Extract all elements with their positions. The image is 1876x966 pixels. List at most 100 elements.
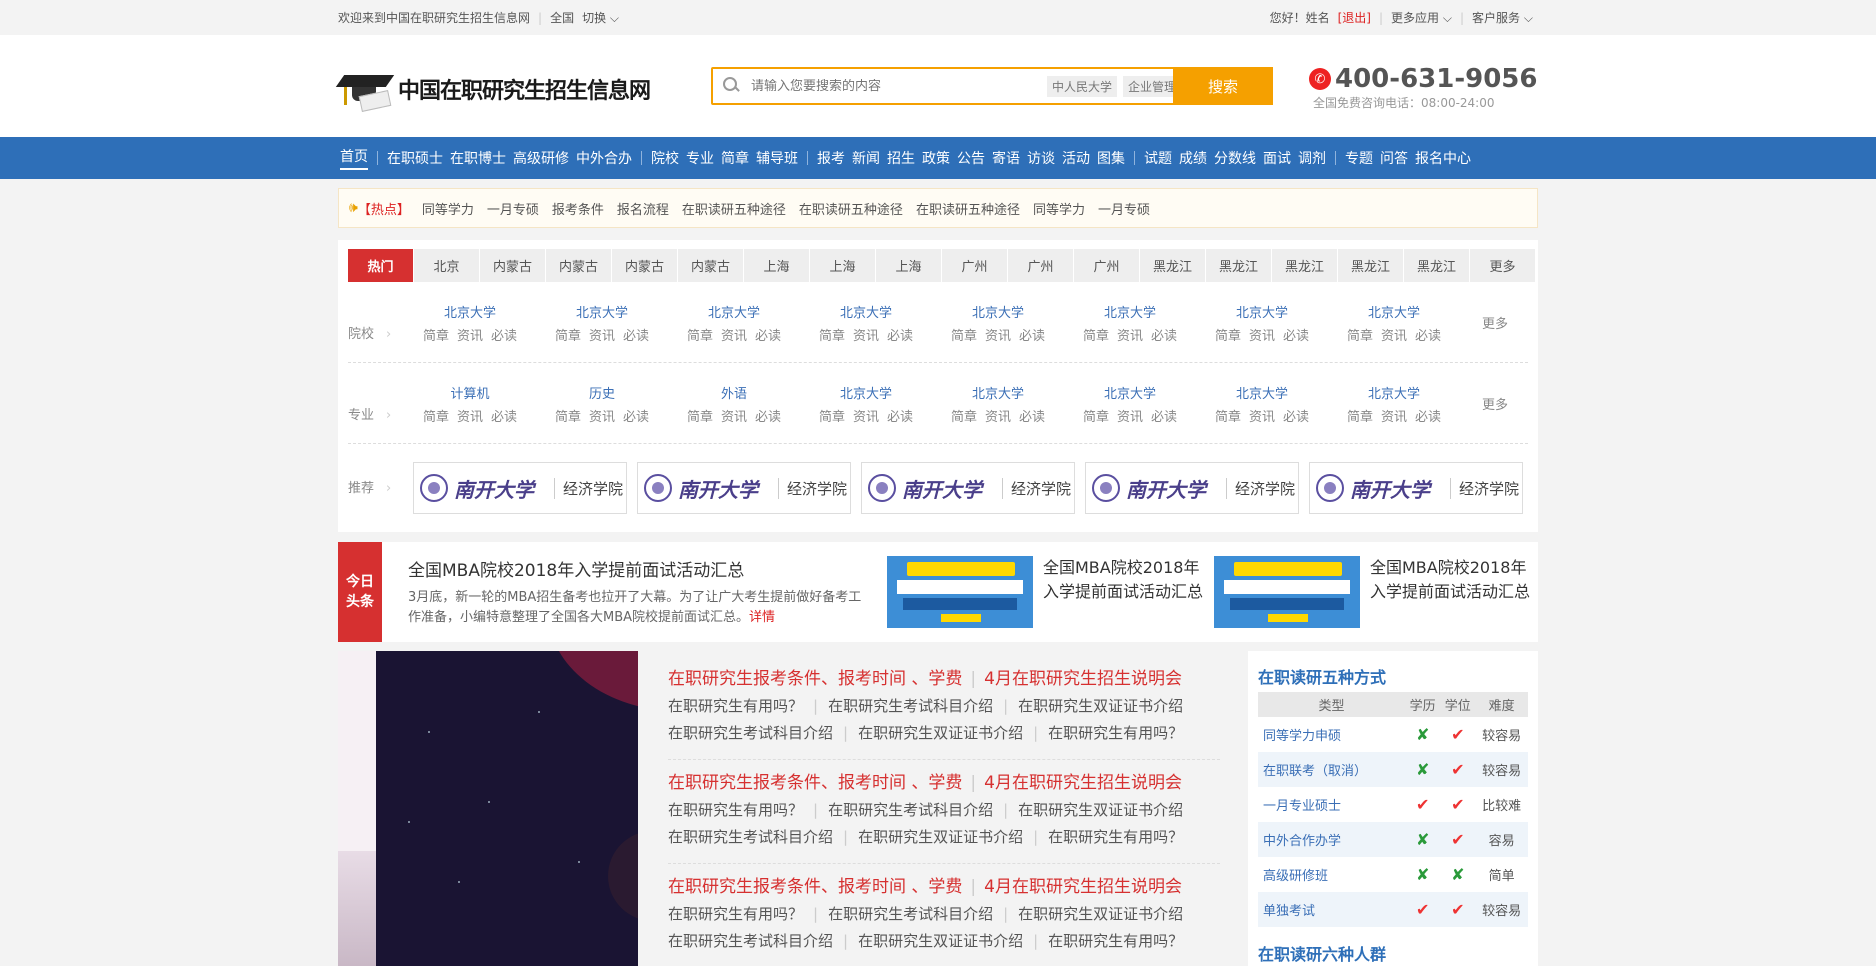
school-sub-link[interactable]: 简章: [1083, 329, 1109, 344]
school-sub-link[interactable]: 简章: [1215, 410, 1241, 425]
study-way-link[interactable]: 高级研修班: [1258, 857, 1405, 892]
school-sub-link[interactable]: 资讯: [1381, 410, 1407, 425]
tab-hot[interactable]: 热门: [348, 249, 413, 282]
school-name-link[interactable]: 北京大学: [404, 302, 536, 321]
article-link[interactable]: 在职研究生考试科目介绍: [668, 932, 833, 950]
school-name-link[interactable]: 历史: [536, 383, 668, 402]
school-sub-link[interactable]: 简章: [555, 329, 581, 344]
search-button[interactable]: 搜索: [1173, 67, 1273, 105]
more-apps-menu[interactable]: 更多应用 ⌵: [1391, 9, 1452, 26]
region-tab[interactable]: 上海: [744, 249, 809, 282]
nav-item[interactable]: 访谈: [1027, 148, 1055, 168]
detail-link[interactable]: 详情: [749, 610, 775, 625]
school-sub-link[interactable]: 简章: [951, 410, 977, 425]
region-tab[interactable]: 上海: [876, 249, 941, 282]
school-name-link[interactable]: 北京大学: [932, 302, 1064, 321]
school-name-link[interactable]: 北京大学: [1328, 302, 1460, 321]
nav-item[interactable]: 辅导班: [756, 148, 798, 168]
more-link[interactable]: 更多: [1482, 313, 1508, 332]
article-link[interactable]: 在职研究生双证证书介绍: [858, 724, 1023, 742]
school-sub-link[interactable]: 必读: [887, 410, 913, 425]
nav-item[interactable]: 试题: [1144, 148, 1172, 168]
nav-item[interactable]: 政策: [922, 148, 950, 168]
school-sub-link[interactable]: 资讯: [589, 410, 615, 425]
school-sub-link[interactable]: 必读: [1415, 329, 1441, 344]
customer-service-menu[interactable]: 客户服务 ⌵: [1472, 9, 1533, 26]
search-input[interactable]: [751, 78, 1041, 94]
news-thumbnail[interactable]: [1214, 556, 1360, 628]
school-sub-link[interactable]: 简章: [1347, 410, 1373, 425]
article-link[interactable]: 在职研究生考试科目介绍: [668, 724, 833, 742]
article-link[interactable]: 在职研究生有用吗？: [668, 697, 803, 715]
nav-item[interactable]: 公告: [957, 148, 985, 168]
headline-link[interactable]: 4月在职研究生招生说明会: [984, 877, 1182, 897]
region-tab[interactable]: 上海: [810, 249, 875, 282]
school-name-link[interactable]: 北京大学: [536, 302, 668, 321]
nav-item[interactable]: 在职硕士: [387, 148, 443, 168]
nav-item[interactable]: 寄语: [992, 148, 1020, 168]
hot-topic-link[interactable]: 一月专硕: [1098, 199, 1150, 218]
news-item-title[interactable]: 全国MBA院校2018年入学提前面试活动汇总: [1043, 556, 1203, 604]
school-sub-link[interactable]: 资讯: [853, 410, 879, 425]
school-sub-link[interactable]: 资讯: [457, 410, 483, 425]
region-tab[interactable]: 黑龙江: [1404, 249, 1469, 282]
school-sub-link[interactable]: 必读: [1415, 410, 1441, 425]
school-sub-link[interactable]: 必读: [1151, 410, 1177, 425]
article-link[interactable]: 在职研究生双证证书介绍: [858, 828, 1023, 846]
article-link[interactable]: 在职研究生双证证书介绍: [1018, 801, 1183, 819]
school-sub-link[interactable]: 简章: [1347, 329, 1373, 344]
school-name-link[interactable]: 北京大学: [668, 302, 800, 321]
region-tab[interactable]: 黑龙江: [1140, 249, 1205, 282]
nav-item[interactable]: 院校: [651, 148, 679, 168]
nav-item[interactable]: 专题: [1345, 148, 1373, 168]
region-switch-link[interactable]: 切换 ⌵: [582, 9, 619, 26]
study-way-link[interactable]: 一月专业硕士: [1258, 787, 1405, 822]
school-name-link[interactable]: 北京大学: [800, 383, 932, 402]
school-sub-link[interactable]: 资讯: [721, 410, 747, 425]
hot-topic-link[interactable]: 同等学力: [422, 199, 474, 218]
school-sub-link[interactable]: 必读: [623, 329, 649, 344]
nav-item[interactable]: 专业: [686, 148, 714, 168]
school-sub-link[interactable]: 资讯: [985, 410, 1011, 425]
school-sub-link[interactable]: 简章: [555, 410, 581, 425]
study-way-link[interactable]: 在职联考（取消）: [1258, 752, 1406, 787]
logout-link[interactable]: [退出]: [1338, 9, 1371, 26]
article-link[interactable]: 在职研究生考试科目介绍: [828, 697, 993, 715]
article-link[interactable]: 在职研究生双证证书介绍: [1018, 905, 1183, 923]
headline-link[interactable]: 在职研究生报考条件、报考时间 、学费: [668, 773, 962, 793]
nav-item[interactable]: 简章: [721, 148, 749, 168]
recommended-school[interactable]: 南开大学 经济学院: [413, 462, 627, 514]
more-link[interactable]: 更多: [1482, 394, 1508, 413]
school-name-link[interactable]: 北京大学: [932, 383, 1064, 402]
region-tab[interactable]: 内蒙古: [678, 249, 743, 282]
study-way-link[interactable]: 中外合作办学: [1258, 822, 1406, 857]
hot-topic-link[interactable]: 报考条件: [552, 199, 604, 218]
article-link[interactable]: 在职研究生双证证书介绍: [1018, 697, 1183, 715]
school-sub-link[interactable]: 资讯: [1249, 329, 1275, 344]
school-sub-link[interactable]: 简章: [1215, 329, 1241, 344]
school-sub-link[interactable]: 资讯: [1117, 410, 1143, 425]
school-sub-link[interactable]: 简章: [1083, 410, 1109, 425]
article-link[interactable]: 在职研究生有用吗？: [668, 905, 803, 923]
school-name-link[interactable]: 北京大学: [1064, 383, 1196, 402]
school-sub-link[interactable]: 必读: [623, 410, 649, 425]
article-link[interactable]: 在职研究生有用吗？: [1048, 828, 1183, 846]
hot-topic-link[interactable]: 在职读研五种途径: [916, 199, 1020, 218]
site-logo[interactable]: 中国在职研究生招生信息网: [335, 67, 651, 112]
news-thumbnail[interactable]: [887, 556, 1033, 628]
nav-item[interactable]: 分数线: [1214, 148, 1256, 168]
region-tab[interactable]: 内蒙古: [546, 249, 611, 282]
article-link[interactable]: 在职研究生双证证书介绍: [858, 932, 1023, 950]
region-tab[interactable]: 内蒙古: [480, 249, 545, 282]
article-link[interactable]: 在职研究生有用吗？: [1048, 932, 1183, 950]
region-tab[interactable]: 更多: [1470, 249, 1535, 282]
region-tab[interactable]: 黑龙江: [1272, 249, 1337, 282]
school-sub-link[interactable]: 必读: [1151, 329, 1177, 344]
school-name-link[interactable]: 计算机: [404, 383, 536, 402]
recommended-school[interactable]: 南开大学 经济学院: [1085, 462, 1299, 514]
nav-item[interactable]: 成绩: [1179, 148, 1207, 168]
nav-item[interactable]: 首页: [340, 146, 368, 170]
region-tab[interactable]: 黑龙江: [1206, 249, 1271, 282]
nav-item[interactable]: 中外合办: [576, 148, 632, 168]
school-sub-link[interactable]: 必读: [1283, 410, 1309, 425]
